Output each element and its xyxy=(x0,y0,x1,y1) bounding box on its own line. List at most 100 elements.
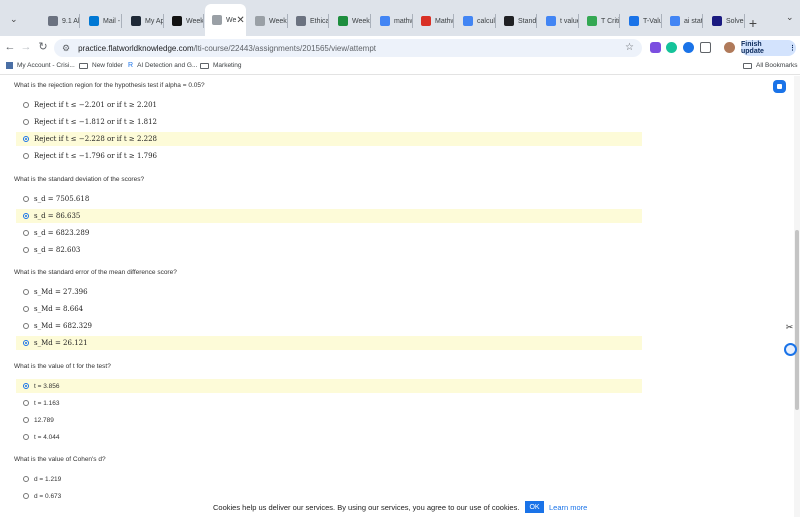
answer-option-label: s_Md = 682.329 xyxy=(34,322,93,330)
cookie-ok-button[interactable]: OK xyxy=(525,501,544,513)
answer-option[interactable]: s_d = 6823.289 xyxy=(16,226,642,240)
grammarly-extension-icon[interactable] xyxy=(666,42,677,53)
answer-option-label: s_Md = 27.396 xyxy=(34,288,88,296)
answer-option[interactable]: s_Md = 682.329 xyxy=(16,319,642,333)
scissors-icon[interactable]: ✂ xyxy=(784,322,795,333)
bookmark-star-icon[interactable]: ☆ xyxy=(625,42,634,53)
answer-option[interactable]: Reject if t ≤ −1.796 or if t ≥ 1.796 xyxy=(16,149,642,163)
tab-label: Ethical xyxy=(310,17,329,25)
chat-icon[interactable] xyxy=(773,80,786,93)
tab-label: Mail - c xyxy=(103,17,122,25)
address-bar[interactable]: ⚙ practice.flatworldknowledge.com/lti-co… xyxy=(54,39,642,57)
answer-option[interactable]: s_d = 86.635 xyxy=(16,209,642,223)
browser-tab[interactable]: calcula xyxy=(456,6,496,36)
reload-button[interactable]: ↻ xyxy=(37,41,49,53)
answer-option[interactable]: Reject if t ≤ −2.201 or if t ≥ 2.201 xyxy=(16,98,642,112)
extensions-menu-icon[interactable] xyxy=(700,42,711,53)
browser-tab[interactable]: t value xyxy=(539,6,579,36)
browser-tab[interactable]: We ✕ xyxy=(205,4,246,36)
url-host: practice.flatworldknowledge.com xyxy=(78,43,194,53)
bookmark-label: New folder xyxy=(92,62,124,69)
all-bookmarks[interactable]: All Bookmarks xyxy=(743,62,798,69)
answer-option[interactable]: Reject if t ≤ −1.812 or if t ≥ 1.812 xyxy=(16,115,642,129)
answer-option[interactable]: s_d = 82.603 xyxy=(16,243,642,257)
radio-button[interactable] xyxy=(23,383,29,389)
browser-tab[interactable]: Standa xyxy=(497,6,537,36)
browser-tab[interactable]: Mathwa xyxy=(414,6,454,36)
answer-option[interactable]: d = 1.219 xyxy=(16,472,642,486)
radio-button[interactable] xyxy=(23,434,29,440)
scrollbar-thumb[interactable] xyxy=(795,230,799,410)
radio-button[interactable] xyxy=(23,289,29,295)
profile-avatar[interactable] xyxy=(724,42,735,53)
browser-toolbar: ← → ↻ ⚙ practice.flatworldknowledge.com /… xyxy=(0,36,800,59)
browser-tab[interactable]: Mail - c xyxy=(82,6,122,36)
browser-tab[interactable]: mathwo xyxy=(373,6,413,36)
browser-tab[interactable]: Solveit xyxy=(705,6,745,36)
radio-button[interactable] xyxy=(23,417,29,423)
radio-button[interactable] xyxy=(23,340,29,346)
tab-divider xyxy=(536,14,537,28)
radio-button[interactable] xyxy=(23,136,29,142)
answer-option[interactable]: t = 3.856 xyxy=(16,379,642,393)
answer-option[interactable]: s_Md = 8.664 xyxy=(16,302,642,316)
bookmark-my-account[interactable]: My Account - Crisi... xyxy=(6,62,75,69)
extension-puzzle-icon[interactable] xyxy=(650,42,661,53)
assistant-icon[interactable] xyxy=(784,343,797,356)
tab-search-icon[interactable]: ⌄ xyxy=(10,14,20,24)
tab-divider xyxy=(578,14,579,28)
answer-option[interactable]: Reject if t ≤ −2.228 or if t ≥ 2.228 xyxy=(16,132,642,146)
question-prompt: What is the standard error of the mean d… xyxy=(14,269,177,276)
finish-update-button[interactable]: Finish update ⋮ xyxy=(741,40,796,56)
radio-button[interactable] xyxy=(23,400,29,406)
browser-tab[interactable]: Week 6 xyxy=(165,6,204,36)
radio-button[interactable] xyxy=(23,306,29,312)
browser-tab[interactable]: T Criti xyxy=(580,6,620,36)
tab-favicon-icon xyxy=(131,16,141,26)
folder-icon xyxy=(79,62,88,69)
radio-button[interactable] xyxy=(23,323,29,329)
browser-tab[interactable]: Week 6 xyxy=(248,6,288,36)
bookmark-marketing[interactable]: Marketing xyxy=(200,62,242,69)
answer-option[interactable]: s_Md = 27.396 xyxy=(16,285,642,299)
site-info-icon[interactable]: ⚙ xyxy=(62,43,70,54)
tab-favicon-icon xyxy=(296,16,306,26)
radio-button[interactable] xyxy=(23,153,29,159)
tab-label: T Criti xyxy=(601,17,620,25)
radio-button[interactable] xyxy=(23,196,29,202)
radio-button[interactable] xyxy=(23,476,29,482)
radio-button[interactable] xyxy=(23,247,29,253)
bookmark-new-folder[interactable]: New folder xyxy=(79,62,123,69)
tab-divider xyxy=(453,14,454,28)
tab-divider xyxy=(121,14,122,28)
cookie-learn-more-link[interactable]: Learn more xyxy=(549,503,587,512)
browser-tab[interactable]: Ethical xyxy=(289,6,329,36)
answer-option[interactable]: s_Md = 26.121 xyxy=(16,336,642,350)
radio-button[interactable] xyxy=(23,213,29,219)
tab-label: Week 6 xyxy=(269,17,288,25)
answer-option[interactable]: s_d = 7505.618 xyxy=(16,192,642,206)
radio-button[interactable] xyxy=(23,230,29,236)
answer-option[interactable]: t = 4.044 xyxy=(16,430,642,444)
browser-tab[interactable]: My App xyxy=(124,6,164,36)
tab-divider xyxy=(203,14,204,28)
answer-option-label: d = 1.219 xyxy=(34,475,62,483)
tab-menu-icon[interactable]: ⌄ xyxy=(786,12,794,23)
radio-button[interactable] xyxy=(23,102,29,108)
extension-icon[interactable] xyxy=(683,42,694,53)
close-icon[interactable]: ✕ xyxy=(236,15,244,26)
radio-button[interactable] xyxy=(23,119,29,125)
browser-tab[interactable]: T-Valu xyxy=(622,6,662,36)
browser-tab[interactable]: 9.1 Alte xyxy=(41,6,80,36)
back-button[interactable]: ← xyxy=(4,41,16,53)
bookmark-ai-detection[interactable]: R AI Detection and G... xyxy=(128,62,197,69)
forward-button[interactable]: → xyxy=(20,41,32,53)
tab-favicon-icon xyxy=(255,16,265,26)
answer-option-label: s_Md = 8.664 xyxy=(34,305,84,313)
new-tab-button[interactable]: + xyxy=(748,16,758,30)
answer-option-label: s_d = 86.635 xyxy=(34,212,81,220)
browser-tab[interactable]: ai stats xyxy=(663,6,703,36)
browser-tab[interactable]: Week 6 xyxy=(331,6,371,36)
answer-option[interactable]: 12.789 xyxy=(16,413,642,427)
answer-option[interactable]: t = 1.163 xyxy=(16,396,642,410)
